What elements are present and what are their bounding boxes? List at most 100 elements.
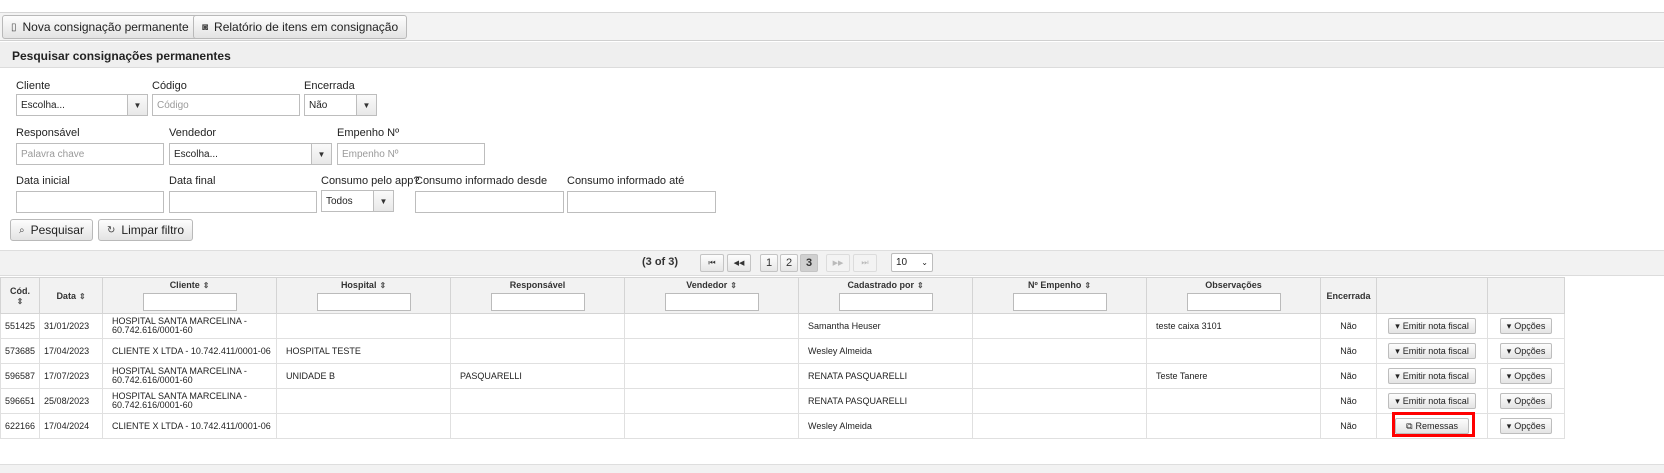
cell-options: ▾ Opções <box>1487 363 1566 389</box>
cell-cadastrado: Wesley Almeida <box>798 413 974 439</box>
cell-observacoes <box>1146 388 1322 414</box>
cell-options: ▾ Opções <box>1487 338 1566 364</box>
consumo-desde-input[interactable] <box>415 191 564 213</box>
data-inicial-label: Data inicial <box>16 175 70 187</box>
vendedor-select[interactable]: Escolha... ▼ <box>169 143 332 165</box>
search-button[interactable]: ⌕ Pesquisar <box>10 219 93 241</box>
cell-hospital <box>276 413 452 439</box>
cell-cliente: CLIENTE X LTDA - 10.742.411/0001-06 <box>102 413 278 439</box>
empenho-input[interactable]: Empenho Nº <box>337 143 485 165</box>
vendedor-filter-input[interactable] <box>664 293 759 311</box>
responsavel-input[interactable]: Palavra chave <box>16 143 164 165</box>
cell-observacoes: Teste Tanere <box>1146 363 1322 389</box>
caret-down-icon: ▾ <box>1506 345 1512 356</box>
options-button[interactable]: ▾ Opções <box>1499 393 1553 409</box>
cell-vendedor <box>624 313 800 339</box>
data-final-label: Data final <box>169 175 216 187</box>
encerrada-label: Encerrada <box>304 80 355 92</box>
cell-cadastrado: Wesley Almeida <box>798 338 974 364</box>
caret-down-icon: ▾ <box>1395 320 1400 331</box>
chevron-down-icon: ▼ <box>356 95 376 115</box>
cell-cod: 596651 <box>0 388 41 414</box>
emit-invoice-button[interactable]: ▾ Emitir nota fiscal <box>1388 393 1476 409</box>
col-header-data[interactable]: Data ⇕ <box>39 277 104 314</box>
caret-down-icon: ▾ <box>1506 420 1512 431</box>
consignment-report-button[interactable]: ◙ Relatório de itens em consignação <box>193 15 408 39</box>
col-header-empenho[interactable]: Nº Empenho ⇕ <box>972 277 1148 314</box>
chevron-down-icon: ▼ <box>127 95 147 115</box>
col-header-cadastrado[interactable]: Cadastrado por ⇕ <box>798 277 974 314</box>
caret-down-icon: ▾ <box>1506 370 1512 381</box>
cell-cod: 551425 <box>0 313 41 339</box>
emit-invoice-button[interactable]: ▾ Emitir nota fiscal <box>1388 368 1476 384</box>
chevron-down-icon: ▼ <box>311 144 331 164</box>
empenho-label: Empenho Nº <box>337 127 400 139</box>
cell-data: 25/08/2023 <box>39 388 104 414</box>
caret-down-icon: ▾ <box>1395 395 1400 406</box>
encerrada-select[interactable]: Não ▼ <box>304 94 377 116</box>
cell-vendedor <box>624 363 800 389</box>
responsavel-filter-input[interactable] <box>490 293 585 311</box>
data-final-input[interactable] <box>169 191 317 213</box>
rows-per-page-select[interactable]: 10 ⌄ <box>891 253 933 272</box>
hospital-filter-input[interactable] <box>316 293 411 311</box>
caret-down-icon: ▾ <box>1506 320 1512 331</box>
consumo-app-select[interactable]: Todos ▼ <box>321 190 394 212</box>
chevron-down-icon: ▼ <box>373 191 393 211</box>
cliente-select[interactable]: Escolha... ▼ <box>16 94 148 116</box>
options-button[interactable]: ▾ Opções <box>1499 343 1553 359</box>
new-consignment-button[interactable]: ▯ Nova consignação permanente <box>2 15 198 39</box>
options-button[interactable]: ▾ Opções <box>1499 318 1553 334</box>
col-header-cod[interactable]: Cód. ⇕ <box>0 277 41 314</box>
page-button-1[interactable]: 1 <box>760 254 778 272</box>
table-row: 622166 17/04/2024 CLIENTE X LTDA - 10.74… <box>0 413 1566 439</box>
last-page-icon: ⏭ <box>861 258 869 267</box>
clear-filter-button[interactable]: ↻ Limpar filtro <box>98 219 194 241</box>
cell-responsavel: PASQUARELLI <box>450 363 626 389</box>
sort-icon: ⇕ <box>379 281 387 290</box>
options-button[interactable]: ▾ Opções <box>1499 368 1553 384</box>
cell-cod: 573685 <box>0 338 41 364</box>
col-header-cliente[interactable]: Cliente ⇕ <box>102 277 278 314</box>
cliente-filter-input[interactable] <box>142 293 237 311</box>
cell-data: 31/01/2023 <box>39 313 104 339</box>
cell-encerrada: Não <box>1320 313 1378 339</box>
cell-hospital: UNIDADE B <box>276 363 452 389</box>
next-page-icon: ▶▶ <box>832 260 844 267</box>
col-header-action <box>1376 277 1489 314</box>
next-page-button[interactable]: ▶▶ <box>826 254 850 272</box>
search-icon: ⌕ <box>19 224 25 236</box>
last-page-button[interactable]: ⏭ <box>853 254 877 272</box>
consumo-ate-label: Consumo informado até <box>567 175 685 187</box>
consumo-ate-input[interactable] <box>567 191 716 213</box>
sort-icon: ⇕ <box>78 291 86 301</box>
first-page-button[interactable]: ⏮ <box>700 254 724 272</box>
cell-empenho <box>972 338 1148 364</box>
codigo-label: Código <box>152 80 187 92</box>
cell-responsavel <box>450 413 626 439</box>
panel-title: Pesquisar consignações permanentes <box>12 49 231 63</box>
cell-cliente: HOSPITAL SANTA MARCELINA - 60.742.616/00… <box>102 388 278 414</box>
emit-invoice-button[interactable]: ▾ Emitir nota fiscal <box>1388 318 1476 334</box>
col-header-responsavel: Responsável <box>450 277 626 314</box>
col-header-hospital[interactable]: Hospital ⇕ <box>276 277 452 314</box>
prev-page-icon: ◀◀ <box>733 260 745 267</box>
prev-page-button[interactable]: ◀◀ <box>727 254 751 272</box>
cadastrado-filter-input[interactable] <box>838 293 933 311</box>
empenho-filter-input[interactable] <box>1012 293 1107 311</box>
cell-data: 17/07/2023 <box>39 363 104 389</box>
observacoes-filter-input[interactable] <box>1186 293 1281 311</box>
page-button-2[interactable]: 2 <box>780 254 798 272</box>
caret-down-icon: ▾ <box>1395 345 1400 356</box>
sort-icon: ⇕ <box>202 281 210 290</box>
emit-invoice-button[interactable]: ▾ Emitir nota fiscal <box>1388 343 1476 359</box>
data-inicial-input[interactable] <box>16 191 164 213</box>
options-button[interactable]: ▾ Opções <box>1499 418 1553 434</box>
col-header-vendedor[interactable]: Vendedor ⇕ <box>624 277 800 314</box>
cell-data: 17/04/2023 <box>39 338 104 364</box>
codigo-input[interactable]: Código <box>152 94 300 116</box>
col-header-observacoes: Observações <box>1146 277 1322 314</box>
document-icon: ▯ <box>11 21 17 33</box>
cell-empenho <box>972 363 1148 389</box>
page-button-3[interactable]: 3 <box>800 254 818 272</box>
